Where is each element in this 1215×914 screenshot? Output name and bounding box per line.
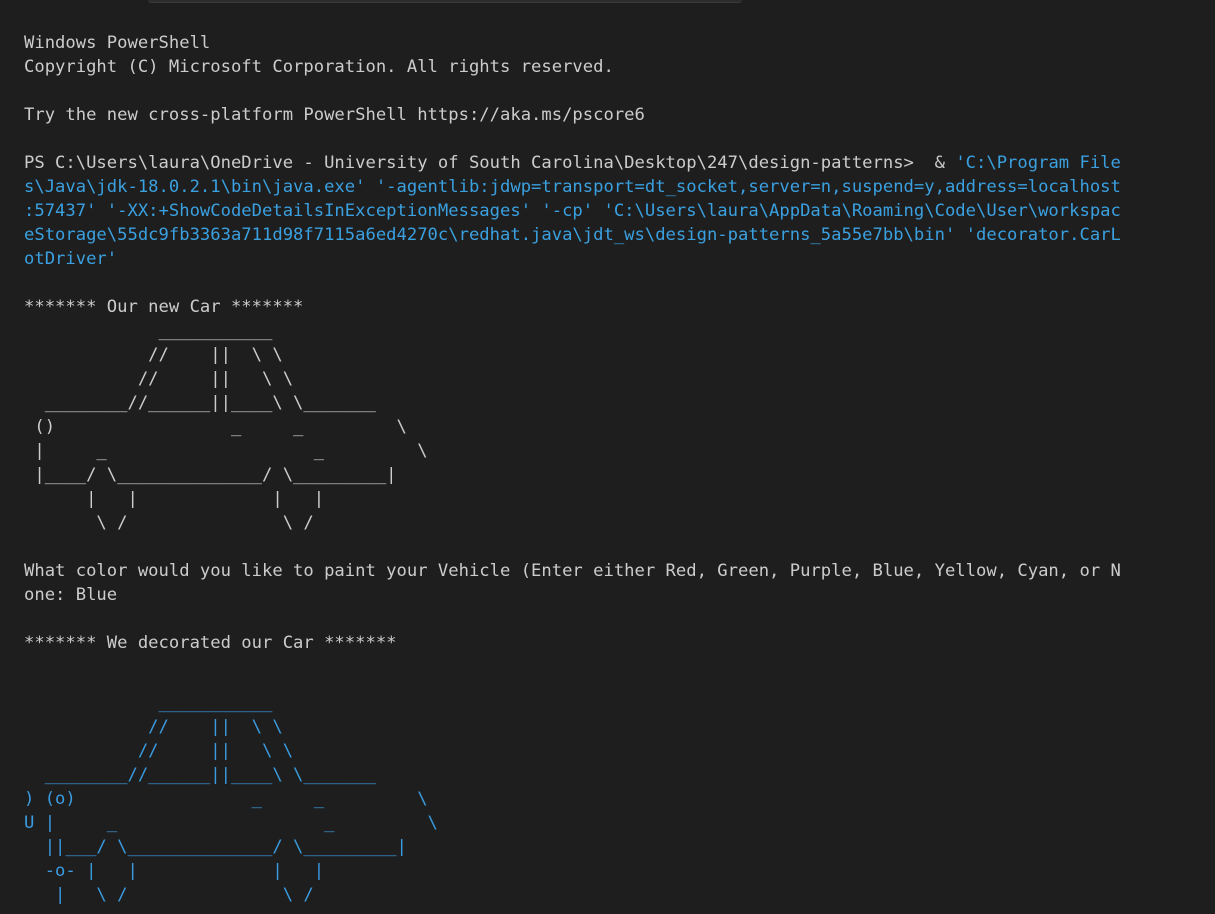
command-part-1: 'C:\Program File <box>955 153 1121 173</box>
powershell-terminal[interactable]: Windows PowerShell Copyright (C) Microso… <box>0 0 1215 914</box>
car-art-line: ___________ <box>24 321 273 341</box>
car-art-line: ) (o) _ _ \ <box>24 789 428 809</box>
car-art-line: ________//______||____\ \_______ <box>24 765 376 785</box>
car-art-line: // || \ \ <box>24 369 294 389</box>
car-ascii-art: ___________ // || \ \ // || \ \ ________… <box>24 319 1215 535</box>
banner-title: Windows PowerShell <box>24 33 211 53</box>
car-art-line: ___________ <box>24 693 273 713</box>
car-art-line: U | _ _ \ <box>24 813 438 833</box>
car-art-line: | _ _ \ <box>24 441 428 461</box>
banner-copyright: Copyright (C) Microsoft Corporation. All… <box>24 57 614 77</box>
color-question-line-2: one: Blue <box>24 585 118 605</box>
car-art-line: ||___/ \______________/ \_________| <box>24 837 407 857</box>
car-art-line: // || \ \ <box>24 741 294 761</box>
car-art-line: // || \ \ <box>24 717 283 737</box>
car-art-line: // || \ \ <box>24 345 283 365</box>
color-question-line-1: What color would you like to paint your … <box>24 561 1121 581</box>
car-art-line: |____/ \______________/ \_________| <box>24 465 397 485</box>
car-art-line: | | | | <box>24 489 325 509</box>
car-art-line: ________//______||____\ \_______ <box>24 393 376 413</box>
decorated-car-heading: ******* We decorated our Car ******* <box>24 633 397 653</box>
banner-try-new: Try the new cross-platform PowerShell ht… <box>24 105 645 125</box>
command-line-5: otDriver' <box>24 249 118 269</box>
ps-prompt: PS C:\Users\laura\OneDrive - University … <box>24 153 956 173</box>
command-line-3: :57437' '-XX:+ShowCodeDetailsInException… <box>24 201 1121 221</box>
car-art-line: -o- | | | | <box>24 861 325 881</box>
decorated-car-ascii-art: ___________ // || \ \ // || \ \ ________… <box>24 691 1215 907</box>
command-line-1: PS C:\Users\laura\OneDrive - University … <box>24 151 1215 175</box>
car-art-line: | \ / \ / <box>24 885 314 905</box>
new-car-heading: ******* Our new Car ******* <box>24 297 304 317</box>
car-art-line: \ / \ / <box>24 513 314 533</box>
car-art-line: () _ _ \ <box>24 417 407 437</box>
command-line-2: s\Java\jdk-18.0.2.1\bin\java.exe' '-agen… <box>24 177 1121 197</box>
terminal-top-edge <box>148 0 742 3</box>
command-line-4: eStorage\55dc9fb3363a711d98f7115a6ed4270… <box>24 225 1121 245</box>
